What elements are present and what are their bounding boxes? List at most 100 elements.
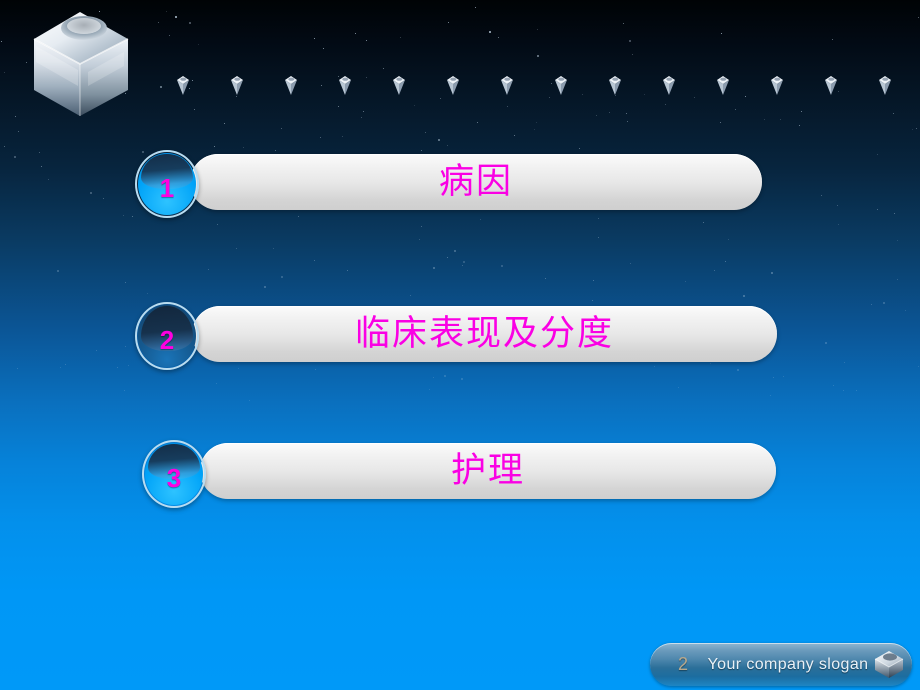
star-dot	[506, 105, 508, 107]
star-dot	[735, 109, 737, 111]
star-dot	[355, 32, 357, 34]
gem-icon	[768, 74, 786, 98]
star-dot	[843, 389, 845, 391]
star-dot	[280, 127, 282, 129]
star-dot	[596, 114, 597, 116]
star-dot	[629, 39, 631, 42]
star-dot	[15, 115, 16, 117]
agenda-number-badge[interactable]: 2	[135, 302, 199, 370]
star-dot	[513, 135, 515, 137]
star-dot	[263, 285, 266, 288]
star-dot	[917, 17, 919, 19]
gem-icon	[606, 74, 624, 98]
star-dot	[897, 278, 898, 280]
star-dot	[882, 302, 885, 304]
presentation-slide: 1 病因 2 临床表现及分度 3 护理 2 Your company slogan	[0, 0, 920, 690]
star-dot	[280, 275, 283, 278]
star-dot	[127, 364, 129, 366]
gem-icon	[444, 74, 462, 98]
star-dot	[678, 387, 680, 389]
star-dot	[337, 106, 339, 108]
star-dot	[117, 366, 119, 368]
star-dot	[146, 292, 148, 294]
star-dot	[314, 37, 315, 39]
star-dot	[844, 362, 846, 364]
star-dot	[800, 110, 802, 112]
star-dot	[17, 130, 19, 132]
star-dot	[193, 108, 195, 110]
star-dot	[414, 104, 416, 106]
star-dot	[579, 147, 581, 149]
star-dot	[169, 35, 171, 37]
star-dot	[894, 213, 896, 215]
star-dot	[764, 119, 766, 121]
star-dot	[721, 33, 722, 35]
star-dot	[821, 194, 823, 196]
gem-icon	[336, 74, 354, 98]
star-dot	[175, 16, 178, 18]
agenda-number: 3	[166, 463, 182, 493]
star-dot	[798, 124, 800, 126]
star-dot	[832, 385, 834, 387]
agenda-item-label: 护理	[450, 450, 525, 491]
company-slogan: Your company slogan	[707, 655, 869, 673]
star-dot	[447, 22, 449, 24]
star-dot	[479, 219, 481, 220]
star-dot	[684, 280, 686, 282]
star-dot	[598, 236, 600, 238]
star-dot	[626, 120, 628, 122]
agenda-number-badge[interactable]: 1	[135, 150, 199, 218]
agenda-number-badge[interactable]: 3	[142, 440, 206, 508]
star-dot	[95, 350, 97, 351]
star-dot	[428, 389, 430, 391]
star-dot	[122, 215, 124, 217]
star-dot	[474, 6, 476, 8]
star-dot	[237, 367, 239, 369]
star-dot	[215, 383, 217, 385]
star-dot	[425, 132, 427, 134]
footer-slogan-bar[interactable]: 2 Your company slogan	[650, 643, 912, 686]
star-dot	[446, 257, 448, 258]
star-dot	[460, 377, 463, 380]
star-dot	[824, 341, 827, 344]
star-dot	[772, 377, 774, 378]
star-dot	[103, 197, 105, 199]
star-dot	[855, 389, 857, 391]
star-dot	[158, 21, 160, 23]
star-dot	[347, 269, 349, 271]
star-dot	[1, 40, 3, 42]
star-dot	[223, 122, 225, 124]
agenda-item-bar[interactable]: 临床表现及分度	[192, 306, 777, 362]
star-dot	[665, 104, 667, 106]
agenda-item-bar[interactable]: 护理	[200, 443, 776, 499]
star-dot	[213, 146, 215, 148]
star-dot	[273, 248, 275, 250]
agenda-item-label: 临床表现及分度	[354, 313, 614, 354]
star-dot	[41, 166, 43, 168]
star-dot	[654, 366, 655, 368]
star-dot	[444, 375, 447, 378]
star-dot	[314, 260, 316, 262]
star-dot	[593, 279, 595, 281]
page-number: 2	[677, 654, 688, 674]
agenda-item-label: 病因	[438, 161, 513, 202]
star-dot	[366, 39, 367, 41]
star-dot	[124, 281, 126, 283]
star-dot	[208, 268, 210, 270]
agenda-item-bar[interactable]: 病因	[190, 154, 762, 210]
star-dot	[217, 224, 219, 225]
star-dot	[188, 22, 191, 24]
star-dot	[626, 113, 628, 115]
star-dot	[724, 260, 726, 262]
star-dot	[166, 11, 168, 13]
star-dot	[905, 309, 907, 311]
gem-icon	[228, 74, 246, 98]
star-dot	[769, 395, 771, 397]
star-dot	[713, 269, 715, 271]
star-dot	[90, 191, 93, 194]
star-dot	[870, 303, 872, 305]
star-dot	[319, 136, 321, 138]
star-dot	[537, 54, 540, 57]
star-dot	[236, 248, 238, 250]
star-dot	[623, 22, 625, 24]
